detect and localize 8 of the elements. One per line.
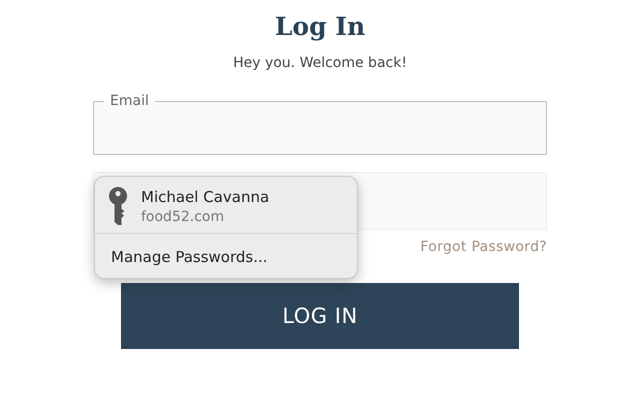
page-title: Log In [274,12,366,41]
login-button[interactable]: LOG IN [121,283,519,349]
email-field[interactable]: Email [93,93,547,155]
manage-passwords-item[interactable]: Manage Passwords... [95,234,357,278]
saved-username[interactable]: Michael Cavanna [141,188,270,206]
welcome-text: Hey you. Welcome back! [233,55,407,71]
key-icon [109,187,127,225]
saved-domain: food52.com [141,208,226,224]
